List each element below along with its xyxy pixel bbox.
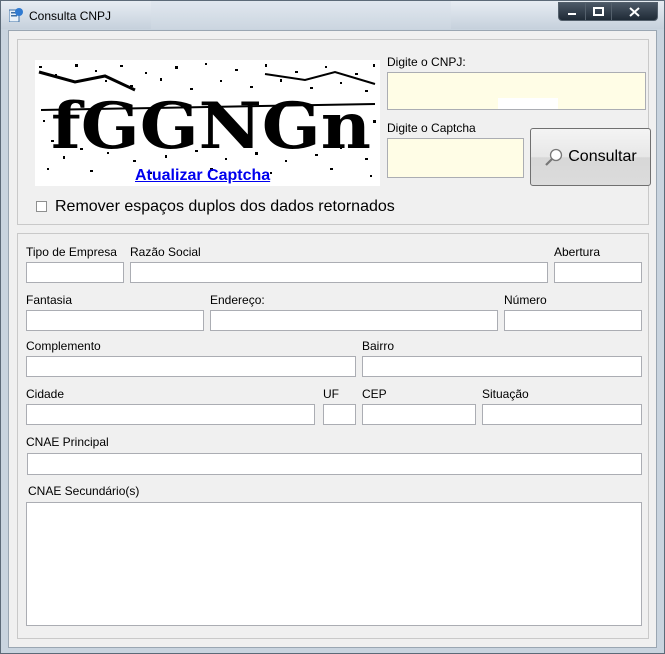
abertura-field[interactable] [554, 262, 642, 283]
maximize-button[interactable] [585, 2, 612, 21]
complemento-label: Complemento [26, 339, 101, 353]
bairro-field[interactable] [362, 356, 642, 377]
minimize-button[interactable] [558, 2, 586, 21]
cep-field[interactable] [362, 404, 476, 425]
razao-social-label: Razão Social [130, 245, 201, 259]
refresh-captcha-link[interactable]: Atualizar Captcha [135, 167, 270, 185]
captcha-text: fGGNGn [51, 89, 371, 164]
magnifier-icon [545, 148, 563, 166]
remove-spaces-checkbox[interactable] [36, 201, 47, 212]
numero-field[interactable] [504, 310, 642, 331]
remove-spaces-label: Remover espaços duplos dos dados retorna… [55, 198, 395, 215]
results-group: Tipo de Empresa Razão Social Abertura Fa… [17, 233, 649, 639]
endereco-field[interactable] [210, 310, 498, 331]
background-window-strip [151, 1, 451, 29]
fantasia-label: Fantasia [26, 293, 73, 307]
consulta-cnpj-window: Consulta CNPJ fGGNGn Atualizar Captcha D… [0, 0, 665, 654]
situacao-field[interactable] [482, 404, 642, 425]
consultar-button[interactable]: Consultar [530, 128, 651, 186]
abertura-label: Abertura [554, 245, 601, 259]
cnae-principal-label: CNAE Principal [26, 435, 109, 449]
close-icon [629, 6, 640, 17]
uf-label: UF [323, 387, 339, 401]
captcha-input[interactable] [387, 138, 524, 178]
bairro-label: Bairro [362, 339, 395, 353]
cnpj-label: Digite o CNPJ: [387, 55, 466, 69]
endereco-label: Endereço: [210, 293, 265, 307]
window-title: Consulta CNPJ [29, 9, 112, 23]
tipo-empresa-field[interactable] [26, 262, 124, 283]
numero-label: Número [504, 293, 547, 307]
complemento-field[interactable] [26, 356, 356, 377]
cnae-secundario-label: CNAE Secundário(s) [28, 484, 140, 498]
situacao-label: Situação [482, 387, 529, 401]
title-bar[interactable]: Consulta CNPJ [1, 1, 664, 29]
cidade-field[interactable] [26, 404, 315, 425]
maximize-icon [593, 7, 604, 16]
captcha-input-label: Digite o Captcha [387, 121, 476, 135]
cidade-label: Cidade [26, 387, 65, 401]
razao-social-field[interactable] [130, 262, 548, 283]
consultar-button-label: Consultar [568, 148, 637, 165]
cep-label: CEP [362, 387, 387, 401]
cnae-principal-field[interactable] [27, 453, 642, 475]
fantasia-field[interactable] [26, 310, 204, 331]
cnae-secundario-field[interactable] [26, 502, 642, 626]
tipo-empresa-label: Tipo de Empresa [26, 245, 117, 259]
minimize-icon [568, 12, 576, 15]
client-area: fGGNGn Atualizar Captcha Digite o CNPJ: … [8, 30, 657, 648]
uf-field[interactable] [323, 404, 356, 425]
app-icon [9, 8, 23, 22]
cnpj-input-mask [498, 98, 558, 109]
close-button[interactable] [611, 2, 658, 21]
query-group: fGGNGn Atualizar Captcha Digite o CNPJ: … [17, 39, 651, 225]
